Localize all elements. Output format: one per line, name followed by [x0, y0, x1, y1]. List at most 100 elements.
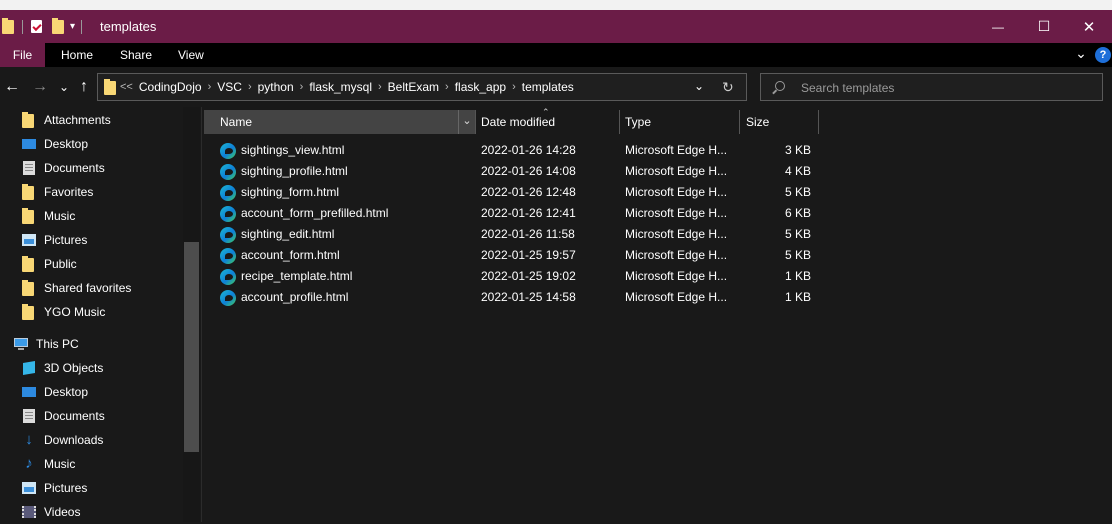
breadcrumb-item[interactable]: flask_app	[455, 80, 506, 94]
breadcrumb-item[interactable]: CodingDojo	[139, 80, 202, 94]
sidebar-item-label: Documents	[44, 409, 105, 423]
file-name: recipe_template.html	[241, 269, 353, 283]
column-header-size[interactable]: Size	[746, 110, 816, 134]
forward-button[interactable]: →	[30, 77, 50, 97]
column-separator[interactable]	[818, 110, 819, 134]
sidebar-item-videos[interactable]: Videos	[22, 500, 80, 524]
chevron-right-icon[interactable]: ›	[300, 81, 304, 93]
close-icon: ✕	[1082, 18, 1096, 36]
chevron-right-icon[interactable]: ›	[208, 81, 212, 93]
close-button[interactable]: ✕	[1066, 10, 1112, 43]
tab-view[interactable]: View	[178, 43, 204, 67]
breadcrumb-item[interactable]: python	[258, 80, 294, 94]
sidebar-scrollbar-thumb[interactable]	[184, 242, 199, 452]
file-date: 2022-01-26 12:48	[481, 185, 576, 199]
file-row[interactable]: account_form_prefilled.html 2022-01-26 1…	[202, 203, 1112, 224]
breadcrumb-item[interactable]: VSC	[217, 80, 242, 94]
column-separator[interactable]	[739, 110, 740, 134]
chevron-right-icon[interactable]: ›	[248, 81, 252, 93]
documents-icon	[22, 409, 36, 423]
videos-icon	[22, 505, 36, 519]
folder-icon	[2, 17, 14, 34]
sidebar-item-this-pc[interactable]: This PC	[14, 332, 79, 356]
sidebar-item-desktop[interactable]: Desktop	[22, 132, 88, 156]
address-bar[interactable]: << CodingDojo › VSC › python › flask_mys…	[97, 73, 747, 101]
file-row[interactable]: sighting_edit.html 2022-01-26 11:58 Micr…	[202, 224, 1112, 245]
back-button[interactable]: ←	[2, 77, 22, 97]
file-type: Microsoft Edge H...	[625, 227, 728, 241]
address-dropdown-icon[interactable]: ⌄	[694, 79, 704, 93]
search-input[interactable]	[799, 79, 1093, 97]
desktop-icon	[22, 385, 36, 399]
column-header-name[interactable]: Name ⌃	[204, 107, 550, 134]
sidebar-item-favorites[interactable]: Favorites	[22, 180, 93, 204]
chevron-down-icon: ⌄	[58, 80, 70, 94]
customize-toolbar-icon[interactable]: ▾	[70, 21, 75, 32]
maximize-button[interactable]: ☐	[1021, 10, 1067, 43]
tab-home[interactable]: Home	[61, 43, 93, 67]
refresh-icon[interactable]: ↻	[722, 79, 734, 96]
column-separator[interactable]	[619, 110, 620, 134]
documents-icon	[22, 161, 36, 175]
file-row[interactable]: account_profile.html 2022-01-25 14:58 Mi…	[202, 287, 1112, 308]
help-button[interactable]: ?	[1095, 47, 1111, 63]
navigation-pane: Attachments ⌃ Desktop Documents Favorite…	[0, 107, 201, 522]
ribbon-tabs: File Home Share View ⌄ ?	[0, 43, 1112, 67]
column-header-type[interactable]: Type	[625, 110, 735, 134]
new-folder-icon[interactable]	[52, 17, 64, 34]
computer-icon	[14, 337, 28, 351]
sidebar-item-pc-music[interactable]: ♪ Music	[22, 452, 75, 476]
file-row[interactable]: recipe_template.html 2022-01-25 19:02 Mi…	[202, 266, 1112, 287]
sidebar-item-documents[interactable]: Documents	[22, 156, 105, 180]
properties-icon[interactable]	[31, 20, 42, 33]
sidebar-item-pc-desktop[interactable]: Desktop	[22, 380, 88, 404]
sidebar-item-downloads[interactable]: ↓ Downloads	[22, 428, 103, 452]
breadcrumb-item[interactable]: flask_mysql	[309, 80, 372, 94]
sidebar-item-music[interactable]: Music	[22, 204, 75, 228]
sidebar-item-shared-favorites[interactable]: Shared favorites	[22, 276, 131, 300]
chevron-down-icon: ⌄	[1075, 45, 1087, 61]
toolbar-divider	[81, 19, 83, 34]
arrow-up-icon: ↑	[80, 78, 88, 95]
sidebar-item-3d-objects[interactable]: 3D Objects	[22, 356, 103, 380]
file-row[interactable]: sighting_form.html 2022-01-26 12:48 Micr…	[202, 182, 1112, 203]
folder-icon	[22, 112, 36, 128]
tab-share[interactable]: Share	[120, 43, 152, 67]
sidebar-item-label: Attachments	[44, 113, 111, 127]
recent-locations-button[interactable]: ⌄	[54, 77, 74, 97]
chevron-right-icon[interactable]: ›	[378, 81, 382, 93]
sidebar-item-label: Pictures	[44, 233, 88, 247]
sidebar-item-ygo-music[interactable]: YGO Music	[22, 300, 105, 324]
file-size: 4 KB	[784, 164, 811, 178]
search-box	[760, 73, 1103, 101]
breadcrumb-current[interactable]: templates	[522, 80, 574, 94]
file-row[interactable]: sightings_view.html 2022-01-26 14:28 Mic…	[202, 140, 1112, 161]
column-separator[interactable]	[475, 110, 476, 134]
sidebar-item-pictures[interactable]: Pictures	[22, 228, 87, 252]
chevron-right-icon[interactable]: ›	[445, 81, 449, 93]
file-type: Microsoft Edge H...	[625, 269, 728, 283]
navigation-bar: ← → ⌄ ↑ << CodingDojo › VSC › python › f…	[0, 67, 1112, 107]
sidebar-item-label: Shared favorites	[44, 281, 132, 295]
folder-icon	[22, 304, 36, 320]
pictures-icon	[22, 481, 36, 495]
column-filter-dropdown[interactable]: ⌄	[458, 110, 475, 134]
sidebar-item-label: Downloads	[44, 433, 104, 447]
breadcrumb-overflow[interactable]: <<	[120, 81, 133, 93]
sidebar-item-public[interactable]: Public	[22, 252, 77, 276]
expand-ribbon-button[interactable]: ⌄	[1073, 43, 1089, 67]
minimize-button[interactable]: —	[975, 10, 1021, 43]
sidebar-scrollbar[interactable]	[183, 107, 200, 522]
file-row[interactable]: account_form.html 2022-01-25 19:57 Micro…	[202, 245, 1112, 266]
sidebar-item-pc-pictures[interactable]: Pictures	[22, 476, 87, 500]
file-name: account_form_prefilled.html	[241, 206, 389, 220]
up-button[interactable]: ↑	[74, 77, 94, 97]
tab-file[interactable]: File	[0, 43, 45, 67]
file-row[interactable]: sighting_profile.html 2022-01-26 14:08 M…	[202, 161, 1112, 182]
column-header-date[interactable]: Date modified	[481, 110, 617, 134]
sidebar-item-pc-documents[interactable]: Documents	[22, 404, 105, 428]
breadcrumb-item[interactable]: BeltExam	[388, 80, 439, 94]
sidebar-item-label: Favorites	[44, 185, 94, 199]
sidebar-item-attachments[interactable]: Attachments	[22, 108, 111, 132]
chevron-right-icon[interactable]: ›	[512, 81, 516, 93]
